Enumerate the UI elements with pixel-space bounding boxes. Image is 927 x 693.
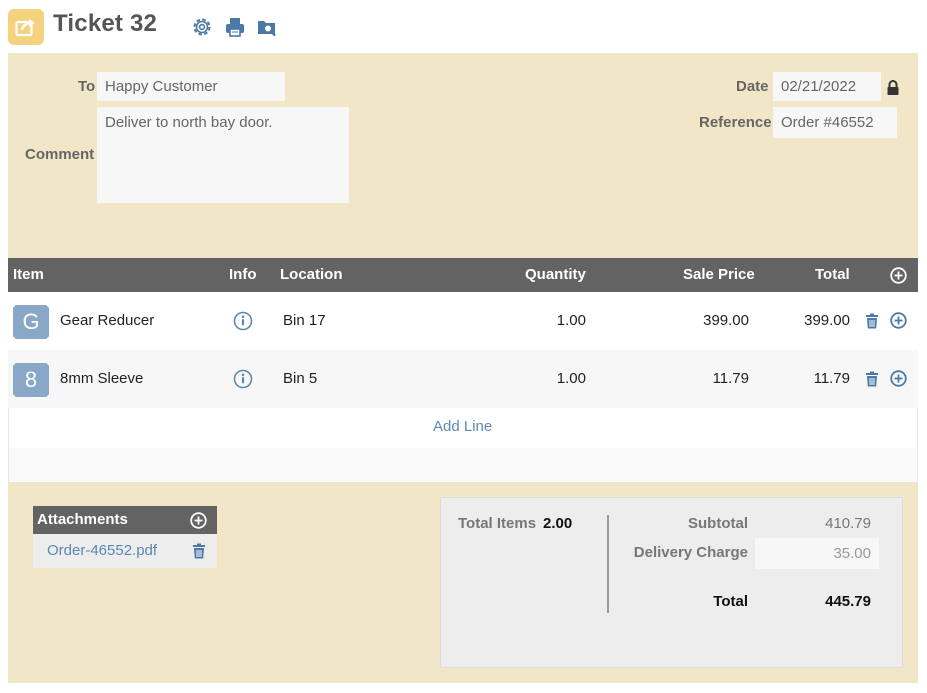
item-badge: G <box>13 305 49 339</box>
page-header: Ticket 32 <box>0 0 927 53</box>
total-label: Total <box>713 593 748 610</box>
info-icon[interactable] <box>233 311 253 331</box>
item-location: Bin 17 <box>283 312 326 329</box>
reference-label: Reference <box>699 114 772 131</box>
subtotal-label: Subtotal <box>688 515 748 532</box>
comment-field[interactable]: Deliver to north bay door. <box>97 107 349 203</box>
item-total: 399.00 <box>804 312 850 329</box>
delivery-charge-label: Delivery Charge <box>633 544 748 561</box>
ticket-footer-panel: Attachments Order-46552.pdf Total Items … <box>8 482 918 683</box>
column-item[interactable]: Item <box>13 266 44 283</box>
page-title: Ticket 32 <box>53 10 158 37</box>
table-row[interactable]: G Gear Reducer Bin 17 1.00 399.00 399.00 <box>8 292 918 350</box>
add-line-area: Add Line <box>8 408 918 482</box>
trash-icon[interactable] <box>865 313 879 329</box>
ticket-form-panel: To Comment Deliver to north bay door. Da… <box>8 53 918 258</box>
settings-gear-icon[interactable] <box>191 16 213 38</box>
item-name[interactable]: 8mm Sleeve <box>60 370 143 387</box>
totals-box: Total Items 2.00 Subtotal 410.79 Deliver… <box>440 497 903 668</box>
add-line-plus-icon[interactable] <box>890 267 907 284</box>
column-sale-price[interactable]: Sale Price <box>683 266 755 283</box>
to-label: To <box>78 78 96 95</box>
line-items-header: Item Info Location Quantity Sale Price T… <box>8 258 918 292</box>
share-out-icon[interactable] <box>8 9 44 45</box>
column-quantity[interactable]: Quantity <box>525 266 586 283</box>
total-items-value: 2.00 <box>543 515 573 532</box>
preview-icon[interactable] <box>256 16 278 38</box>
item-location: Bin 5 <box>283 370 318 387</box>
item-sale-price[interactable]: 399.00 <box>648 312 749 329</box>
add-attachment-icon[interactable] <box>190 512 207 529</box>
reference-field[interactable] <box>773 107 897 138</box>
item-badge: 8 <box>13 363 49 397</box>
trash-icon[interactable] <box>865 371 879 387</box>
column-location[interactable]: Location <box>280 266 343 283</box>
date-label: Date <box>736 78 769 95</box>
printer-icon[interactable] <box>224 16 246 38</box>
add-line-link[interactable]: Add Line <box>433 418 492 435</box>
column-total[interactable]: Total <box>815 266 850 283</box>
comment-label: Comment <box>25 146 95 163</box>
to-field[interactable] <box>97 72 285 101</box>
totals-divider <box>607 515 609 613</box>
date-field[interactable] <box>773 72 881 101</box>
plus-circle-icon[interactable] <box>890 370 907 387</box>
attachments-header: Attachments <box>33 506 217 534</box>
item-total: 11.79 <box>813 370 850 387</box>
item-quantity[interactable]: 1.00 <box>498 370 586 387</box>
item-name[interactable]: Gear Reducer <box>60 312 154 329</box>
attachment-link[interactable]: Order-46552.pdf <box>47 542 157 559</box>
delivery-charge-field[interactable]: 35.00 <box>755 538 879 569</box>
plus-circle-icon[interactable] <box>890 312 907 329</box>
lock-icon[interactable] <box>886 80 900 96</box>
column-info[interactable]: Info <box>229 266 257 283</box>
table-row[interactable]: 8 8mm Sleeve Bin 5 1.00 11.79 11.79 <box>8 350 918 408</box>
total-items-label: Total Items <box>458 515 537 532</box>
attachments-title: Attachments <box>37 511 128 528</box>
item-sale-price[interactable]: 11.79 <box>648 370 749 387</box>
info-icon[interactable] <box>233 369 253 389</box>
total-value: 445.79 <box>825 593 871 610</box>
table-footer-strip <box>9 448 917 482</box>
trash-icon[interactable] <box>192 543 206 559</box>
subtotal-value: 410.79 <box>825 515 871 532</box>
item-quantity[interactable]: 1.00 <box>498 312 586 329</box>
attachment-item: Order-46552.pdf <box>33 534 217 568</box>
